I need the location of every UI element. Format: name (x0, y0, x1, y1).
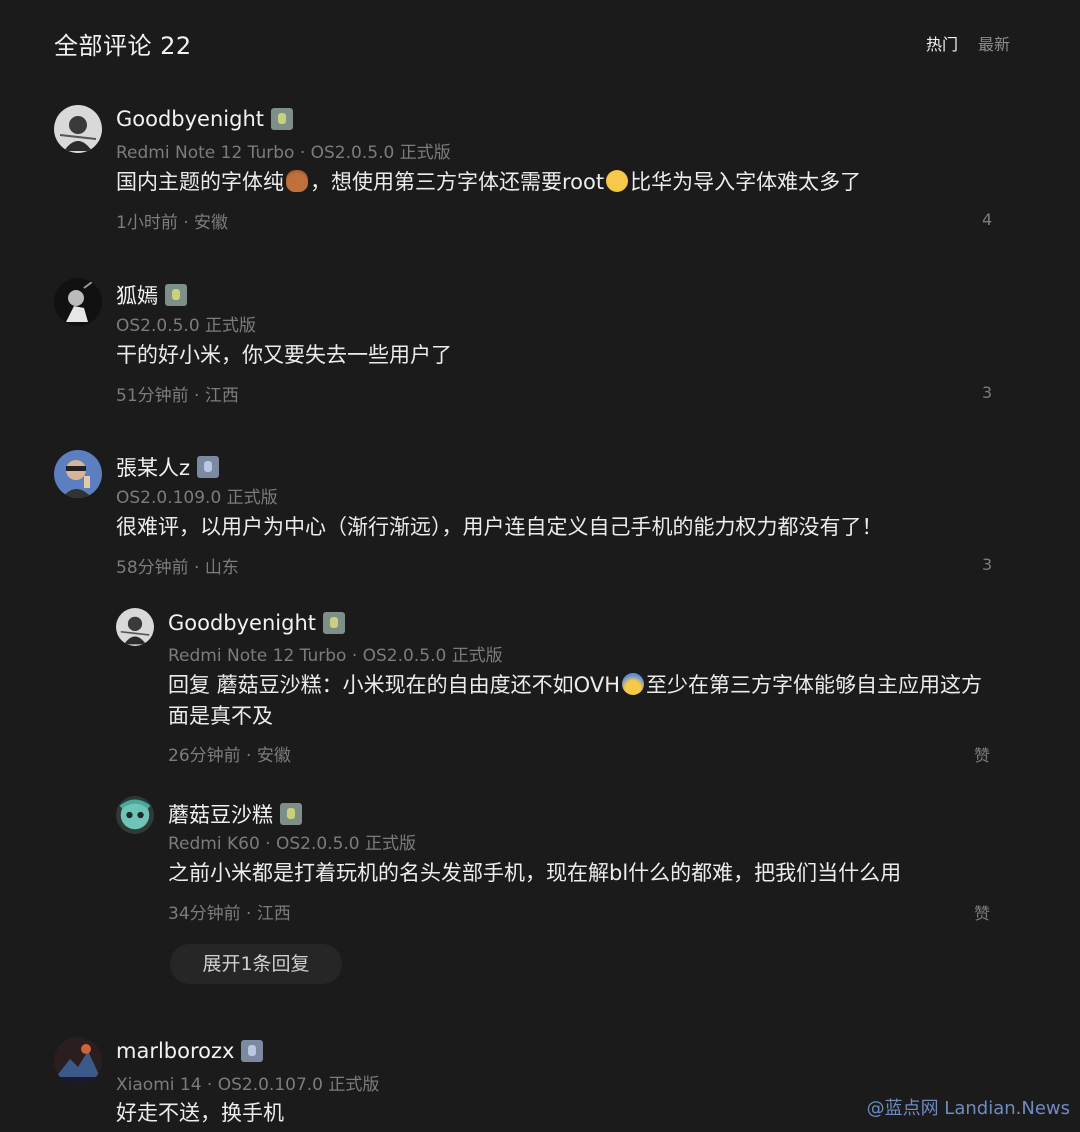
level-badge-icon (280, 803, 302, 825)
comment-item: 張某人z OS2.0.109.0 正式版 很难评，以用户为中心（渐行渐远），用户… (54, 450, 1004, 580)
comment-meta: 51分钟前 · 江西 (116, 386, 239, 406)
reply-content: 回复 蘑菇豆沙糕：小米现在的自由度还不如OVH 至少在第三方字体能够自主应用这方 … (168, 673, 982, 728)
sort-tabs: 热门 最新 (926, 31, 1010, 55)
comment-meta: 58分钟前 · 山东 (116, 558, 239, 578)
level-badge-icon (323, 612, 345, 634)
like-button[interactable]: 赞 (974, 742, 990, 766)
reply-content: 之前小米都是打着玩机的名头发部手机，现在解bl什么的都难，把我们当什么用 (168, 861, 902, 885)
level-badge-icon (165, 284, 187, 306)
reply-meta: 34分钟前 · 江西 (168, 904, 291, 924)
poop-emoji-icon (286, 170, 308, 192)
avatar[interactable] (116, 796, 154, 834)
comment-content: 干的好小米，你又要失去一些用户了 (116, 343, 452, 367)
reply-count[interactable]: 3 (982, 383, 992, 402)
avatar[interactable] (54, 278, 102, 326)
reply-meta: 26分钟前 · 安徽 (168, 746, 291, 766)
avatar[interactable] (54, 105, 102, 153)
device-info: OS2.0.109.0 正式版 (116, 488, 278, 508)
tab-hot[interactable]: 热门 (926, 31, 958, 55)
username[interactable]: 狐嫣 (116, 280, 158, 310)
avatar[interactable] (54, 1037, 102, 1085)
eye-roll-emoji-icon (606, 170, 629, 192)
device-info: Xiaomi 14 · OS2.0.107.0 正式版 (116, 1075, 380, 1095)
comment-item: 狐嫣 OS2.0.5.0 正式版 干的好小米，你又要失去一些用户了 51分钟前 … (54, 278, 1004, 408)
device-info: OS2.0.5.0 正式版 (116, 316, 257, 336)
level-badge-icon (197, 456, 220, 478)
reply-count[interactable]: 4 (982, 210, 992, 229)
comment-item: Goodbyenight Redmi Note 12 Turbo · OS2.0… (54, 105, 1004, 235)
username[interactable]: Goodbyenight (168, 611, 316, 635)
device-info: Redmi Note 12 Turbo · OS2.0.5.0 正式版 (116, 143, 451, 163)
device-info: Redmi Note 12 Turbo · OS2.0.5.0 正式版 (168, 646, 503, 666)
expand-replies-button[interactable]: 展开1条回复 (170, 944, 342, 984)
tab-latest[interactable]: 最新 (978, 31, 1010, 55)
username[interactable]: 張某人z (116, 452, 190, 482)
comment-content: 很难评，以用户为中心（渐行渐远），用户连自定义自己手机的能力权力都没有了！ (116, 515, 883, 539)
avatar[interactable] (54, 450, 102, 498)
level-badge-icon (241, 1040, 264, 1062)
watermark: @蓝点网 Landian.News (866, 1098, 1070, 1119)
comments-title: 全部评论 22 (54, 32, 192, 60)
username[interactable]: Goodbyenight (116, 107, 264, 131)
comment-content: 国内主题的字体纯 ，想使用第三方字体还需要root 比华为导入字体难太多了 (116, 170, 862, 194)
device-info: Redmi K60 · OS2.0.5.0 正式版 (168, 834, 417, 854)
comment-content: 好走不送，换手机 (116, 1101, 284, 1125)
comment-meta: 1小时前 · 安徽 (116, 213, 229, 233)
reply-item: Goodbyenight Redmi Note 12 Turbo · OS2.0… (116, 608, 1016, 768)
username[interactable]: marlborozx (116, 1039, 234, 1063)
like-button[interactable]: 赞 (974, 900, 990, 924)
reply-count[interactable]: 3 (982, 555, 992, 574)
level-badge-icon (271, 108, 293, 130)
scream-emoji-icon (622, 673, 644, 695)
comment-item: marlborozx Xiaomi 14 · OS2.0.107.0 正式版 好… (54, 1037, 1004, 1132)
avatar[interactable] (116, 608, 154, 646)
username[interactable]: 蘑菇豆沙糕 (168, 799, 273, 829)
reply-item: 蘑菇豆沙糕 Redmi K60 · OS2.0.5.0 正式版 之前小米都是打着… (116, 796, 1016, 926)
comments-header: 全部评论 22 热门 最新 (54, 24, 1010, 60)
